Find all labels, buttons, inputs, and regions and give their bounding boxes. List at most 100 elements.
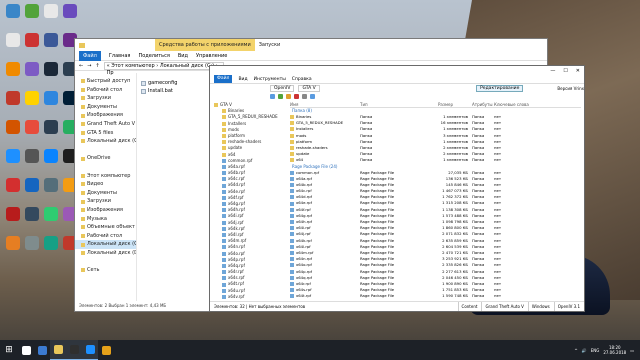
taskbar-app-button[interactable] — [98, 340, 114, 360]
address-input[interactable]: « Этот компьютер › Локальный диск (C:) ›… — [103, 61, 224, 76]
folder-icon — [81, 242, 85, 247]
nav-item[interactable]: Grand Theft Auto V — [75, 120, 136, 129]
folder-icon — [222, 140, 226, 145]
status-right: Content Grand Theft Auto V Windows OpenIV 3… — [457, 302, 584, 311]
nav-item-label: Grand Theft Auto V — [87, 120, 136, 127]
attr-cell: Папка — [472, 293, 485, 299]
taskbar-app-button[interactable] — [82, 340, 98, 360]
menu-item[interactable]: Файл — [214, 75, 233, 83]
add-icon[interactable] — [278, 93, 283, 99]
rpf-file-icon — [290, 195, 294, 200]
delete-icon[interactable] — [294, 93, 299, 99]
breadcrumb-gta-v[interactable]: GTA V — [298, 84, 320, 92]
nav-item-label: Локальный диск (D:) — [87, 249, 136, 256]
ribbon-tab[interactable]: Файл — [79, 50, 101, 61]
app-icon — [44, 236, 58, 250]
rpf-file-icon — [222, 189, 226, 194]
nav-item[interactable]: Сеть — [75, 266, 136, 275]
app-icon — [6, 4, 20, 18]
rpf-file-icon — [222, 177, 226, 182]
nav-item[interactable]: Рабочий стол — [75, 86, 136, 95]
nav-item[interactable]: Изображения — [75, 206, 136, 215]
column-header[interactable]: Размер — [438, 102, 472, 107]
app-icon — [44, 4, 58, 18]
column-header[interactable]: Ключевые слова — [494, 102, 534, 107]
export-icon[interactable] — [310, 93, 315, 99]
breadcrumb-openiv[interactable]: OpenIV — [270, 84, 295, 92]
column-header[interactable]: Атрибуты — [472, 102, 494, 107]
nav-item[interactable] — [75, 146, 136, 155]
ribbon-tab[interactable]: Вид — [178, 53, 188, 59]
app-icon — [44, 120, 58, 134]
ribbon-tab[interactable]: Поделиться — [138, 53, 169, 59]
desktop-icon-grid — [0, 0, 80, 340]
language-indicator[interactable]: ENG — [591, 348, 600, 353]
taskbar-app-button[interactable] — [18, 340, 34, 360]
nav-item[interactable]: Объемные объект — [75, 223, 136, 232]
nav-item[interactable]: Документы — [75, 103, 136, 112]
nav-item-label: Локальный диск (C:) — [87, 241, 136, 248]
close-button[interactable]: ✕ — [576, 68, 580, 74]
back-arrow-icon[interactable]: ← — [79, 63, 83, 69]
menu-item[interactable]: Вид — [238, 77, 247, 82]
context-tab[interactable]: Средства работы с приложениями — [155, 39, 255, 51]
desktop-icon[interactable] — [59, 4, 81, 28]
app-icon — [6, 207, 20, 221]
windows-start-icon[interactable]: ⊞ — [0, 340, 18, 360]
nav-item[interactable] — [75, 257, 136, 266]
app-icon — [6, 236, 20, 250]
forward-arrow-icon[interactable]: → — [87, 63, 91, 69]
folder-open-icon[interactable] — [270, 93, 275, 99]
explorer-titlebar[interactable]: Средства работы с приложениями Запуски — [75, 39, 547, 51]
ribbon-tab[interactable]: Главная — [109, 53, 131, 59]
nav-item[interactable] — [75, 163, 136, 172]
nav-item[interactable]: Рабочий стол — [75, 232, 136, 241]
nav-item[interactable]: Музыка — [75, 215, 136, 224]
taskbar-app-button[interactable] — [34, 340, 50, 360]
file-item[interactable]: Install.bat — [141, 87, 178, 95]
menu-item[interactable]: Справка — [292, 77, 312, 82]
volume-icon[interactable]: 🔊 — [582, 348, 587, 353]
nav-item[interactable]: Изображения — [75, 111, 136, 120]
nav-item[interactable]: Загрузки — [75, 197, 136, 206]
edit-mode-button[interactable]: Редактирование — [476, 84, 524, 92]
nav-item[interactable]: Локальный диск (C:) — [75, 137, 136, 146]
taskbar-app-button[interactable] — [50, 340, 66, 360]
folder-icon — [81, 191, 85, 196]
app-icon — [25, 33, 39, 47]
nav-item[interactable]: Локальный диск (C:) — [75, 240, 136, 249]
nav-item[interactable]: Локальный диск (D:) — [75, 249, 136, 258]
rpf-file-icon — [222, 164, 226, 169]
list-row[interactable]: x64t.rpf Rage Package File 1 590 748 КБ Пап… — [290, 293, 581, 299]
ribbon-tab[interactable]: Управление — [196, 53, 227, 59]
nav-item[interactable]: Загрузки — [75, 94, 136, 103]
column-header[interactable]: Тип — [360, 102, 438, 107]
app-icon — [44, 178, 58, 192]
nav-item[interactable]: OneDrive — [75, 154, 136, 163]
chevron-up-icon[interactable]: ^ — [574, 348, 577, 353]
nav-item[interactable]: Этот компьютер — [75, 172, 136, 181]
folder-icon — [81, 233, 85, 238]
rename-icon[interactable] — [302, 93, 307, 99]
tree-item[interactable]: x64v.rpf — [214, 294, 290, 299]
rpf-file-icon — [222, 294, 226, 299]
minimize-button[interactable]: — — [550, 68, 555, 74]
openiv-window[interactable]: — ☐ ✕ Файл Вид Инструменты Справка OpenIV GTA… — [209, 65, 585, 312]
notification-icon[interactable]: ▭ — [630, 348, 634, 353]
maximize-button[interactable]: ☐ — [563, 68, 567, 74]
app-icon — [25, 4, 39, 18]
menu-item[interactable]: Инструменты — [254, 77, 286, 82]
up-arrow-icon[interactable]: ↑ — [95, 63, 99, 69]
folder-icon — [222, 134, 226, 139]
nav-item[interactable]: Быстрый доступ — [75, 77, 136, 86]
rpf-file-icon — [222, 208, 226, 213]
nav-item[interactable]: Документы — [75, 189, 136, 198]
nav-item[interactable]: GTA 5 files — [75, 129, 136, 138]
file-item[interactable]: gameconfig — [141, 79, 178, 87]
nav-item[interactable]: Видео — [75, 180, 136, 189]
taskbar-app-button[interactable] — [66, 340, 82, 360]
clock[interactable]: 18:20 27.06.2018 — [603, 345, 626, 355]
rpf-file-icon — [222, 288, 226, 293]
column-header[interactable]: Имя — [290, 102, 360, 107]
import-icon[interactable] — [286, 93, 291, 99]
